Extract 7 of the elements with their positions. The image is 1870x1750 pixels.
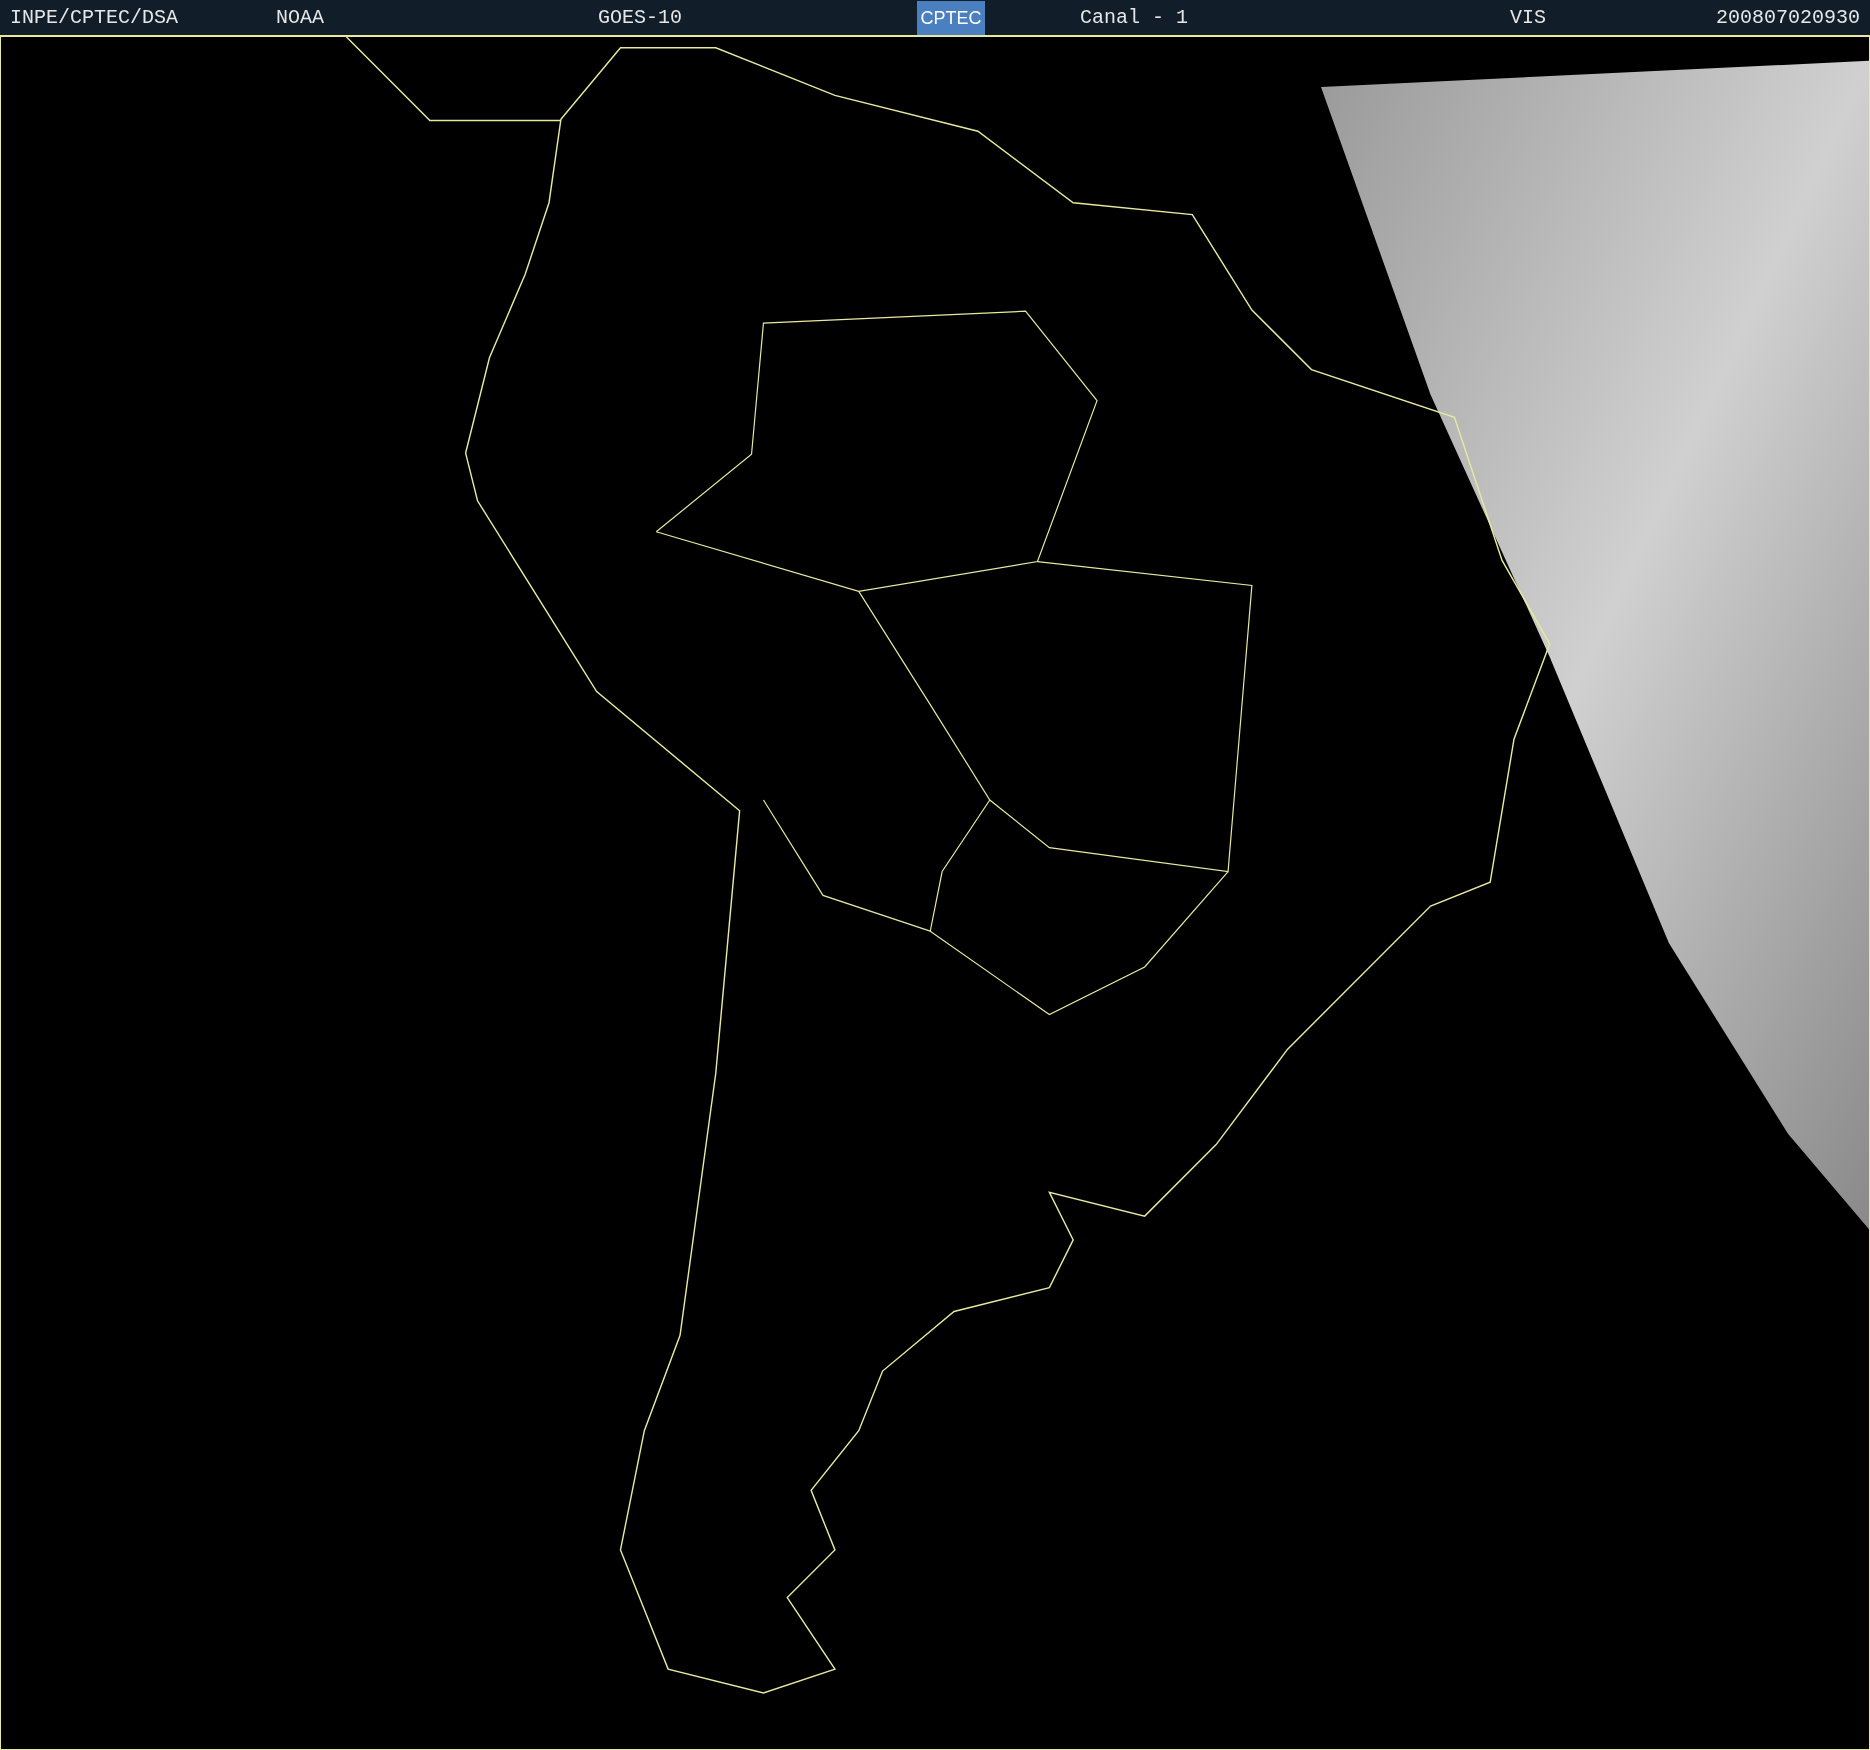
band-label: VIS <box>1510 7 1546 28</box>
channel-label: Canal - 1 <box>1080 7 1190 28</box>
satellite-label: GOES-10 <box>598 7 683 28</box>
timestamp-label: 200807020930 <box>1715 7 1860 28</box>
logo-text: CPTEC <box>920 8 982 27</box>
source-label: NOAA <box>276 7 325 28</box>
agency-label: INPE/CPTEC/DSA <box>10 7 180 28</box>
